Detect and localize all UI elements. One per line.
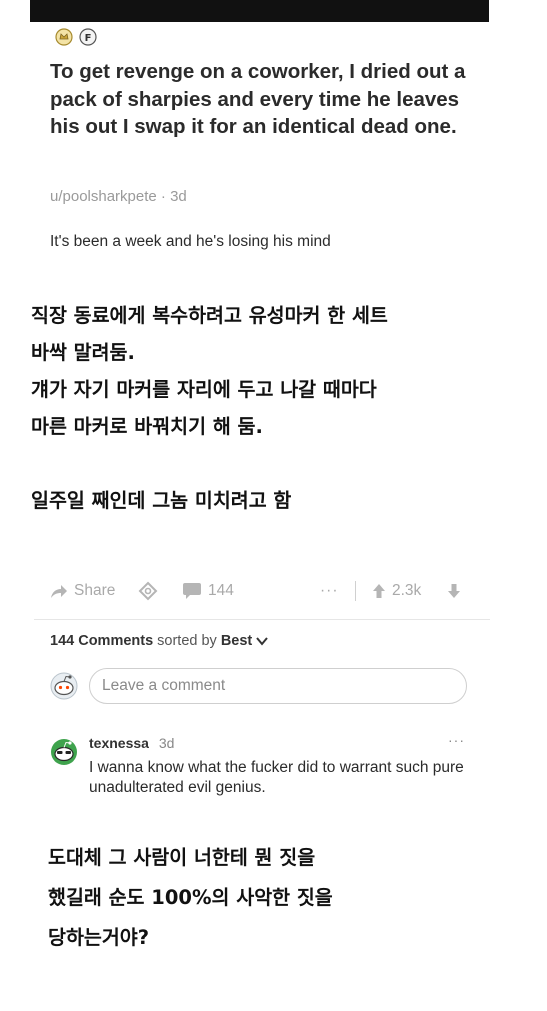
caption-line: 도대체 그 사람이 너한테 뭔 짓을 — [48, 846, 316, 869]
sorted-by-label: sorted by — [157, 633, 217, 649]
more-options-button[interactable]: ··· — [320, 578, 339, 604]
share-label: Share — [74, 582, 116, 599]
post-author-link[interactable]: u/poolsharkpete — [50, 188, 157, 205]
comments-button[interactable]: 144 — [182, 578, 234, 604]
vote-score: 2.3k — [392, 582, 422, 599]
post-meta: u/poolsharkpete · 3d — [50, 188, 187, 205]
comment-age: 3d — [158, 735, 175, 751]
comments-sort-bar: 144 Comments sorted by Best — [50, 633, 269, 649]
chevron-down-icon[interactable] — [256, 636, 269, 646]
action-divider — [355, 581, 356, 601]
caption-line: 일주일 째인데 그놈 미치려고 함 — [31, 489, 292, 512]
comment-header: texnessa 3d — [89, 735, 174, 751]
svg-text:F: F — [85, 33, 92, 44]
current-user-avatar[interactable] — [50, 672, 78, 700]
section-divider — [34, 619, 490, 620]
sort-dropdown[interactable]: Best — [221, 633, 252, 649]
post-action-bar: Share 144 ··· 2.3k — [50, 578, 470, 604]
comment-input-placeholder: Leave a comment — [102, 677, 226, 694]
comment-count: 144 — [208, 582, 234, 599]
caption-line: 바싹 말려둠. — [31, 341, 135, 364]
korean-caption-2: 도대체 그 사람이 너한테 뭔 짓을 했길래 순도 100%의 사악한 짓을 당… — [48, 838, 528, 958]
post-body: It's been a week and he's losing his min… — [50, 233, 331, 250]
comments-count-label: 144 Comments — [50, 633, 154, 649]
commenter-avatar[interactable] — [50, 738, 78, 766]
korean-caption: 직장 동료에게 복수하려고 유성마커 한 세트 바싹 말려둠. 걔가 자기 마커… — [31, 297, 531, 519]
comment-more-button[interactable]: ··· — [448, 732, 465, 748]
downvote-button[interactable] — [447, 578, 461, 604]
comment-input[interactable]: Leave a comment — [89, 668, 467, 704]
comment-bubble-icon — [183, 583, 201, 599]
caption-line: 걔가 자기 마커를 자리에 두고 나갈 때마다 — [31, 378, 377, 401]
share-button[interactable]: Share — [50, 578, 115, 604]
caption-line: 직장 동료에게 복수하려고 유성마커 한 세트 — [31, 304, 388, 327]
upvote-button[interactable]: 2.3k — [372, 578, 421, 604]
post-age: 3d — [170, 188, 187, 205]
post-title[interactable]: To get revenge on a coworker, I dried ou… — [50, 58, 480, 141]
gold-award-icon[interactable] — [55, 28, 73, 46]
f-award-icon[interactable]: F — [79, 28, 97, 46]
comment-body: I wanna know what the fucker did to warr… — [89, 759, 464, 796]
comment-author-link[interactable]: texnessa — [89, 735, 149, 751]
caption-line: 당하는거야? — [48, 926, 150, 949]
meta-separator: · — [160, 188, 166, 205]
downvote-arrow-icon — [448, 584, 460, 598]
top-black-bar — [30, 0, 489, 22]
award-outline-icon — [138, 581, 158, 601]
upvote-arrow-icon — [373, 584, 385, 598]
post-awards: F — [55, 28, 97, 46]
caption-line: 마른 마커로 바꿔치기 해 둠. — [31, 415, 263, 438]
caption-line: 했길래 순도 100%의 사악한 짓을 — [48, 886, 333, 909]
share-icon — [51, 585, 67, 598]
give-award-button[interactable] — [138, 578, 158, 604]
